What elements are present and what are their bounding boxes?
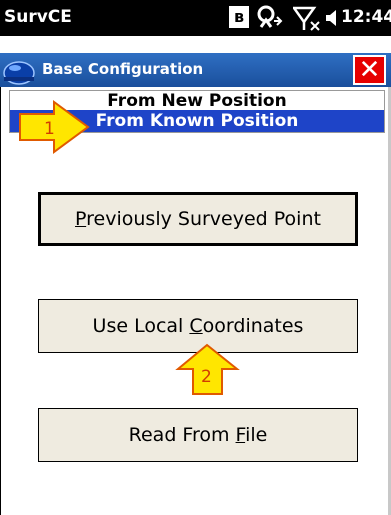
close-button[interactable]: ✕ bbox=[353, 55, 386, 85]
accelerator-key: P bbox=[75, 208, 87, 230]
no-signal-icon[interactable] bbox=[291, 6, 321, 32]
app-logo-icon[interactable] bbox=[2, 57, 36, 85]
sync-icon[interactable] bbox=[255, 5, 283, 31]
list-item-label: From New Position bbox=[107, 91, 287, 111]
callout-number: 2 bbox=[201, 367, 212, 387]
button-label-after: ile bbox=[245, 424, 268, 446]
button-label-after: oordinates bbox=[202, 315, 304, 337]
callout-number: 1 bbox=[44, 119, 55, 139]
close-icon: ✕ bbox=[358, 55, 381, 85]
title-bar: Base Configuration bbox=[0, 53, 391, 87]
clock[interactable]: 12:44 bbox=[341, 7, 391, 27]
window-title: Base Configuration bbox=[42, 60, 204, 78]
button-label-after: reviously Surveyed Point bbox=[86, 208, 321, 230]
list-item-label: From Known Position bbox=[95, 111, 299, 131]
accelerator-key: F bbox=[235, 424, 246, 446]
bluetooth-icon[interactable]: ʙ bbox=[229, 6, 249, 28]
button-label-before: Use Local bbox=[92, 315, 190, 337]
status-app-name: SurvCE bbox=[4, 7, 72, 27]
callout-arrow-up: 2 bbox=[175, 343, 240, 396]
accelerator-key: C bbox=[189, 315, 203, 337]
previously-surveyed-point-button[interactable]: Previously Surveyed Point bbox=[38, 192, 358, 246]
callout-arrow-right: 1 bbox=[18, 100, 90, 155]
read-from-file-button[interactable]: Read From File bbox=[38, 408, 358, 462]
status-bar: SurvCE ʙ 12:44 bbox=[0, 0, 391, 36]
button-label-before: Read From bbox=[128, 424, 236, 446]
